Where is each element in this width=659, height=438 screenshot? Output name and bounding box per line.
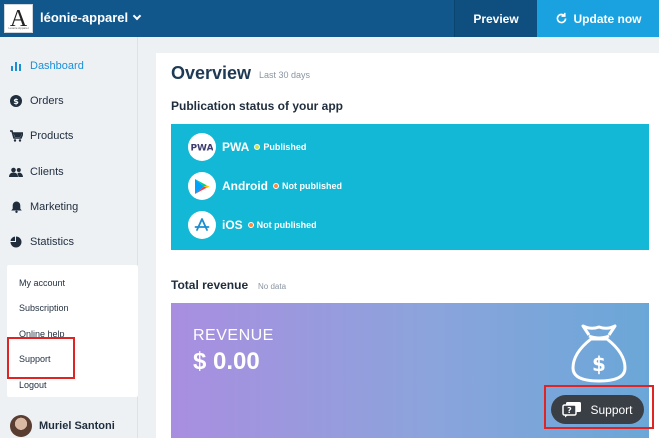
menu-item-subscription[interactable]: Subscription xyxy=(19,303,69,313)
platform-row-ios[interactable]: iOS Not published xyxy=(188,211,317,239)
platform-status: Not published xyxy=(256,220,317,230)
dollar-circle-icon: $ xyxy=(9,94,23,108)
user-name: Muriel Santoni xyxy=(39,420,115,432)
support-menu-highlight xyxy=(7,337,75,379)
sidebar: Dashboard $ Orders Products Clients Mark… xyxy=(0,37,138,438)
app-store-icon xyxy=(188,211,216,239)
platform-name: Android xyxy=(222,179,268,193)
publication-title: Publication status of your app xyxy=(171,99,344,113)
sidebar-item-label: Statistics xyxy=(30,236,75,248)
cart-icon xyxy=(9,129,23,143)
sidebar-item-marketing[interactable]: Marketing xyxy=(0,192,138,222)
status-dot xyxy=(254,144,261,150)
sidebar-item-label: Clients xyxy=(30,166,64,178)
sidebar-item-orders[interactable]: $ Orders xyxy=(0,86,138,116)
platform-status: Published xyxy=(263,142,307,152)
sidebar-item-products[interactable]: Products xyxy=(0,121,138,151)
bar-chart-icon xyxy=(9,59,23,73)
page-subtitle: Last 30 days xyxy=(259,70,311,80)
support-button-highlight xyxy=(544,385,654,429)
app-switcher[interactable]: léonie-apparel xyxy=(40,10,142,25)
status-dot xyxy=(273,183,279,189)
sidebar-item-label: Products xyxy=(30,130,74,142)
top-bar: A Léonie Apparel léonie-apparel Preview … xyxy=(0,0,659,37)
pie-chart-icon xyxy=(9,235,23,249)
platform-name: PWA xyxy=(222,140,250,154)
app-name: léonie-apparel xyxy=(40,10,129,25)
update-now-button[interactable]: Update now xyxy=(537,0,659,37)
update-label: Update now xyxy=(573,11,642,26)
sidebar-item-label: Dashboard xyxy=(30,60,84,72)
users-icon xyxy=(9,165,23,179)
publication-status-card: PWA PWA Published Android Not published … xyxy=(171,124,649,250)
app-logo[interactable]: A Léonie Apparel xyxy=(4,4,33,33)
sidebar-item-label: Marketing xyxy=(30,201,79,213)
preview-label: Preview xyxy=(473,11,519,26)
platform-name: iOS xyxy=(222,218,243,232)
page-title: Overview xyxy=(171,63,252,83)
platform-row-android[interactable]: Android Not published xyxy=(188,172,342,200)
refresh-icon xyxy=(556,12,566,24)
main-panel: Overview Last 30 days Publication status… xyxy=(156,53,659,438)
svg-text:$: $ xyxy=(592,352,606,376)
revenue-title: Total revenue xyxy=(171,278,249,292)
chevron-down-icon xyxy=(132,11,142,20)
menu-item-my-account[interactable]: My account xyxy=(19,278,65,288)
revenue-label: REVENUE xyxy=(193,327,274,344)
revenue-subtitle: No data xyxy=(258,282,287,291)
menu-item-logout[interactable]: Logout xyxy=(19,380,47,390)
user-profile[interactable]: Muriel Santoni xyxy=(10,415,115,437)
pwa-icon: PWA xyxy=(188,133,216,161)
sidebar-item-label: Orders xyxy=(30,95,64,107)
status-dot xyxy=(247,222,254,228)
bell-icon xyxy=(9,200,23,214)
platform-row-pwa[interactable]: PWA PWA Published xyxy=(188,133,306,161)
logo-caption: Léonie Apparel xyxy=(8,26,29,30)
platform-status: Not published xyxy=(282,181,342,191)
sidebar-item-clients[interactable]: Clients xyxy=(0,157,138,187)
svg-text:PWA: PWA xyxy=(191,144,213,153)
preview-button[interactable]: Preview xyxy=(454,0,537,37)
money-bag-icon: $ xyxy=(571,324,627,383)
google-play-icon xyxy=(188,172,216,200)
avatar xyxy=(10,415,32,437)
sidebar-item-dashboard[interactable]: Dashboard xyxy=(0,51,138,81)
svg-text:$: $ xyxy=(13,97,19,106)
sidebar-item-statistics[interactable]: Statistics xyxy=(0,227,138,257)
revenue-value: $ 0.00 xyxy=(193,348,260,375)
